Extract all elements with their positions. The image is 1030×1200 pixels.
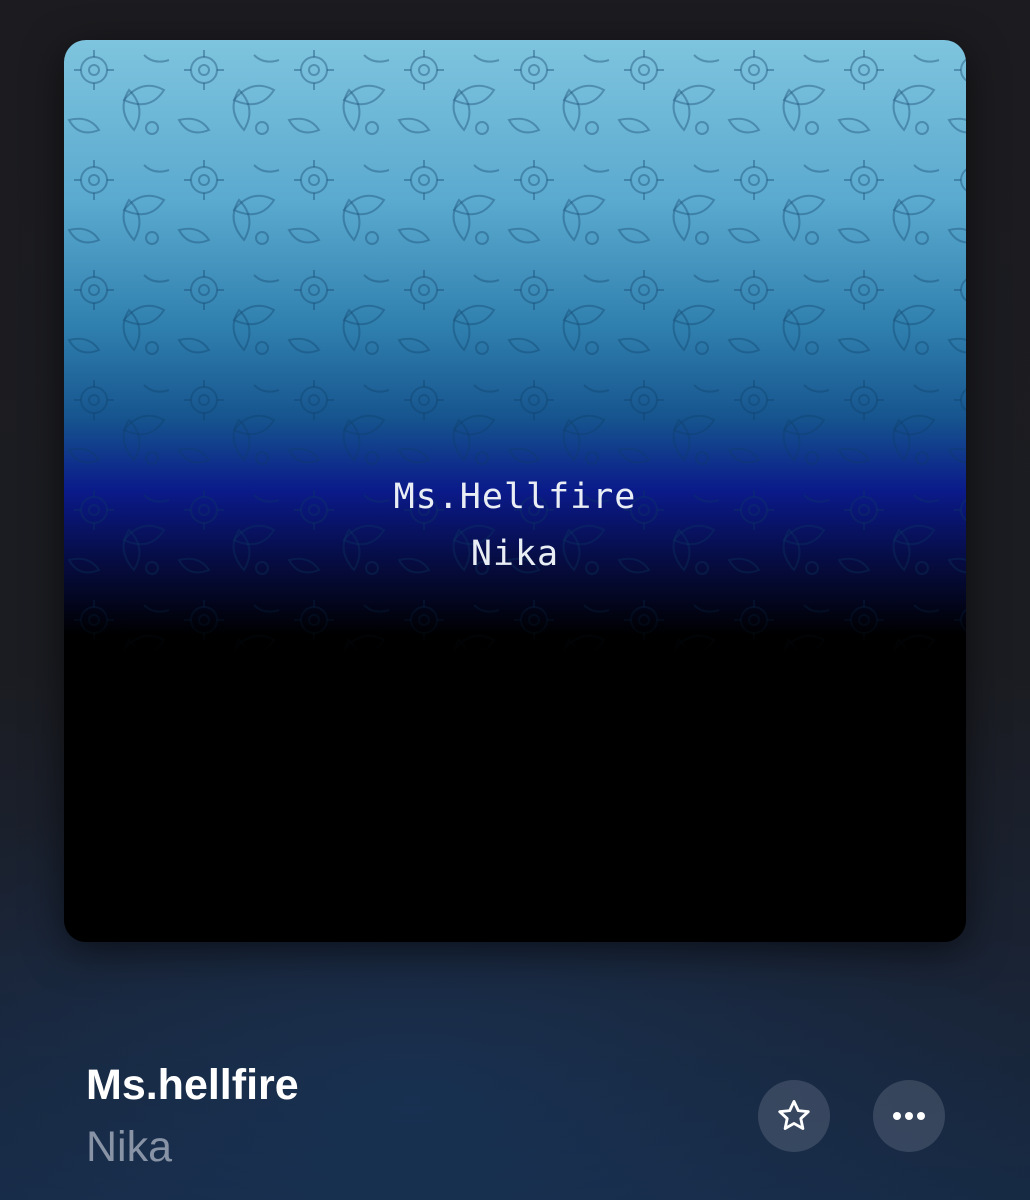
album-artwork[interactable]: Ms.Hellfire Nika xyxy=(64,40,966,942)
artwork-title-text: Ms.Hellfire xyxy=(393,477,637,517)
artwork-artist-text: Nika xyxy=(470,534,560,574)
track-title: Ms.hellfire xyxy=(86,1061,299,1109)
ellipsis-icon xyxy=(893,1112,925,1120)
favorite-button[interactable] xyxy=(758,1080,830,1152)
more-options-button[interactable] xyxy=(873,1080,945,1152)
track-artist-link[interactable]: Nika xyxy=(86,1122,172,1172)
star-outline-icon xyxy=(778,1100,810,1130)
